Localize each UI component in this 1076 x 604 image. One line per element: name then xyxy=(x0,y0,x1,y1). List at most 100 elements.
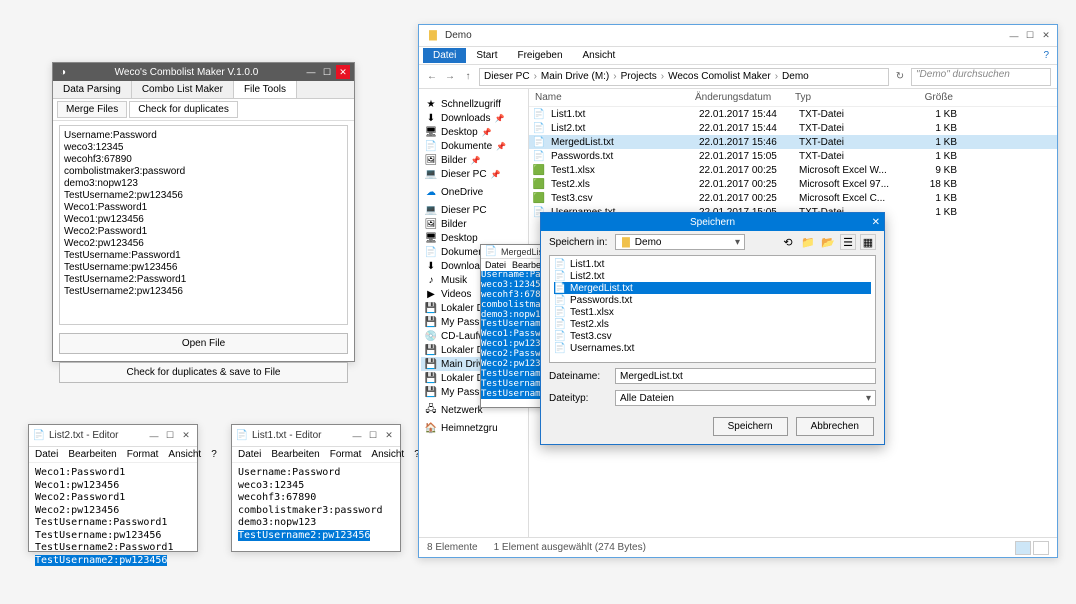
minimize-button[interactable]: — xyxy=(304,65,318,79)
ribbon-freigeben[interactable]: Freigeben xyxy=(507,48,572,63)
maximize-button[interactable]: ☐ xyxy=(1023,29,1037,43)
status-bar: 8 Elemente 1 Element ausgewählt (274 Byt… xyxy=(419,537,1057,557)
go-back-icon[interactable]: ⟲ xyxy=(780,234,796,250)
check-duplicates-button[interactable]: Check for duplicates & save to File xyxy=(59,362,348,383)
nav-pc-bilder[interactable]: 🖼Bilder xyxy=(421,217,526,231)
subtab-check-duplicates[interactable]: Check for duplicates xyxy=(129,101,238,118)
breadcrumbs[interactable]: Dieser PC› Main Drive (M:)› Projects› We… xyxy=(479,68,889,86)
view-list-icon[interactable]: ☰ xyxy=(840,234,856,250)
close-button[interactable]: ✕ xyxy=(336,65,350,79)
nav-downloads[interactable]: ⬇Downloads📌 xyxy=(421,111,526,125)
up-folder-icon[interactable]: 📁 xyxy=(800,234,816,250)
ribbon-help-icon[interactable]: ? xyxy=(1039,50,1053,61)
notepad2-body[interactable]: Username:Password weco3:12345 wecohf3:67… xyxy=(232,463,400,546)
mini-editor-body[interactable]: Username:Pass weco3:12345 wecohf3:67890 … xyxy=(481,271,544,400)
minimize-button[interactable]: — xyxy=(350,429,364,443)
list-item[interactable]: 📄Test2.xls xyxy=(554,318,871,330)
nav-heimnetz[interactable]: 🏠Heimnetzgru xyxy=(421,421,526,435)
filetype-select[interactable]: Alle Dateien ▾ xyxy=(615,390,876,406)
maximize-button[interactable]: ☐ xyxy=(366,429,380,443)
close-button[interactable]: ✕ xyxy=(382,429,396,443)
cancel-button[interactable]: Abbrechen xyxy=(796,417,874,436)
menu-datei[interactable]: Datei xyxy=(35,449,58,460)
subtab-merge-files[interactable]: Merge Files xyxy=(57,101,127,118)
col-date[interactable]: Änderungsdatum xyxy=(689,92,789,103)
nav-onedrive[interactable]: ☁OneDrive xyxy=(421,185,526,199)
nav-quick-access[interactable]: ★Schnellzugriff xyxy=(421,97,526,111)
refresh-icon[interactable]: ↻ xyxy=(893,71,907,82)
merge-textarea[interactable]: Username:Password weco3:12345 wecohf3:67… xyxy=(59,125,348,325)
new-folder-icon[interactable]: 📂 xyxy=(820,234,836,250)
menu-datei[interactable]: Datei xyxy=(238,449,261,460)
notepad1-title: List2.txt - Editor xyxy=(45,430,147,441)
menu-datei[interactable]: Datei xyxy=(485,260,506,270)
list-item[interactable]: 📄List1.txt xyxy=(554,258,871,270)
search-input[interactable]: "Demo" durchsuchen xyxy=(911,68,1051,86)
menu-ansicht[interactable]: Ansicht xyxy=(371,449,404,460)
menu-help[interactable]: ? xyxy=(211,449,217,460)
save-button[interactable]: Speichern xyxy=(713,417,788,436)
explorer-folder-name: Demo xyxy=(445,30,472,41)
menu-bearbeiten[interactable]: Bearbeiten xyxy=(68,449,116,460)
file-row[interactable]: 🟩Test3.csv22.01.2017 00:25Microsoft Exce… xyxy=(529,191,1057,205)
close-button[interactable]: ✕ xyxy=(179,429,193,443)
file-row[interactable]: 📄List2.txt22.01.2017 15:44TXT-Datei1 KB xyxy=(529,121,1057,135)
maximize-button[interactable]: ☐ xyxy=(320,65,334,79)
ribbon-ansicht[interactable]: Ansicht xyxy=(573,48,626,63)
view-details-icon[interactable]: ▦ xyxy=(860,234,876,250)
mini-editor-menubar: Datei Bearbeiten xyxy=(481,259,544,271)
nav-bilder[interactable]: 🖼Bilder📌 xyxy=(421,153,526,167)
view-details[interactable] xyxy=(1015,541,1031,555)
nav-desktop[interactable]: 🖥Desktop📌 xyxy=(421,125,526,139)
tab-file-tools[interactable]: File Tools xyxy=(234,81,297,98)
nav-dokumente[interactable]: 📄Dokumente📌 xyxy=(421,139,526,153)
menu-bearbeiten[interactable]: Bearbeiten xyxy=(271,449,319,460)
file-row[interactable]: 📄List1.txt22.01.2017 15:44TXT-Datei1 KB xyxy=(529,107,1057,121)
file-icon: 📄 xyxy=(533,122,545,134)
minimize-button[interactable]: — xyxy=(147,429,161,443)
menu-format[interactable]: Format xyxy=(127,449,159,460)
file-icon: 📄 xyxy=(554,342,566,354)
list-item[interactable]: 📄MergedList.txt xyxy=(554,282,871,294)
col-name[interactable]: Name xyxy=(529,92,689,103)
open-file-button[interactable]: Open File xyxy=(59,333,348,354)
list-item[interactable]: 📄Test1.xlsx xyxy=(554,306,871,318)
minimize-button[interactable]: — xyxy=(1007,29,1021,43)
close-button[interactable]: ✕ xyxy=(1039,29,1053,43)
nav-forward[interactable]: → xyxy=(443,71,457,82)
nav-dieser-pc-q[interactable]: 💻Dieser PC📌 xyxy=(421,167,526,181)
tab-data-parsing[interactable]: Data Parsing xyxy=(53,81,132,98)
list-item[interactable]: 📄Test3.csv xyxy=(554,330,871,342)
list-item[interactable]: 📄Usernames.txt xyxy=(554,342,871,354)
chevron-down-icon: ▾ xyxy=(866,393,871,404)
nav-back[interactable]: ← xyxy=(425,71,439,82)
file-row[interactable]: 📄Passwords.txt22.01.2017 15:05TXT-Datei1… xyxy=(529,149,1057,163)
menu-format[interactable]: Format xyxy=(330,449,362,460)
dialog-file-listing[interactable]: 📄List1.txt📄List2.txt📄MergedList.txt📄Pass… xyxy=(549,255,876,363)
ribbon-datei[interactable]: Datei xyxy=(423,48,466,63)
tab-combo-list-maker[interactable]: Combo List Maker xyxy=(132,81,234,98)
view-large-icons[interactable] xyxy=(1033,541,1049,555)
view-toggle xyxy=(1015,541,1049,555)
file-row[interactable]: 🟩Test2.xls22.01.2017 00:25Microsoft Exce… xyxy=(529,177,1057,191)
file-row[interactable]: 🟩Test1.xlsx22.01.2017 00:25Microsoft Exc… xyxy=(529,163,1057,177)
maximize-button[interactable]: ☐ xyxy=(163,429,177,443)
file-row[interactable]: 📄MergedList.txt22.01.2017 15:46TXT-Datei… xyxy=(529,135,1057,149)
filename-input[interactable]: MergedList.txt xyxy=(615,368,876,384)
menu-ansicht[interactable]: Ansicht xyxy=(168,449,201,460)
dialog-close-icon[interactable]: ✕ xyxy=(872,217,880,228)
ribbon-start[interactable]: Start xyxy=(466,48,507,63)
notepad1-body[interactable]: Weco1:Password1 Weco1:pw123456 Weco2:Pas… xyxy=(29,463,197,571)
nav-dieser-pc[interactable]: 💻Dieser PC xyxy=(421,203,526,217)
list-item[interactable]: 📄List2.txt xyxy=(554,270,871,282)
nav-pc-desktop[interactable]: 🖥Desktop xyxy=(421,231,526,245)
list-item[interactable]: 📄Passwords.txt xyxy=(554,294,871,306)
file-icon: 📄 xyxy=(554,258,566,270)
col-type[interactable]: Typ xyxy=(789,92,899,103)
nav-up[interactable]: ↑ xyxy=(461,71,475,82)
file-icon: 🟩 xyxy=(533,178,545,190)
notepad-icon: 📄 xyxy=(485,246,497,258)
col-size[interactable]: Größe xyxy=(899,92,959,103)
savein-select[interactable]: ▇ Demo ▾ xyxy=(615,234,745,250)
mini-editor-mergedlist: 📄 MergedList.txt Datei Bearbeiten Userna… xyxy=(480,244,545,408)
